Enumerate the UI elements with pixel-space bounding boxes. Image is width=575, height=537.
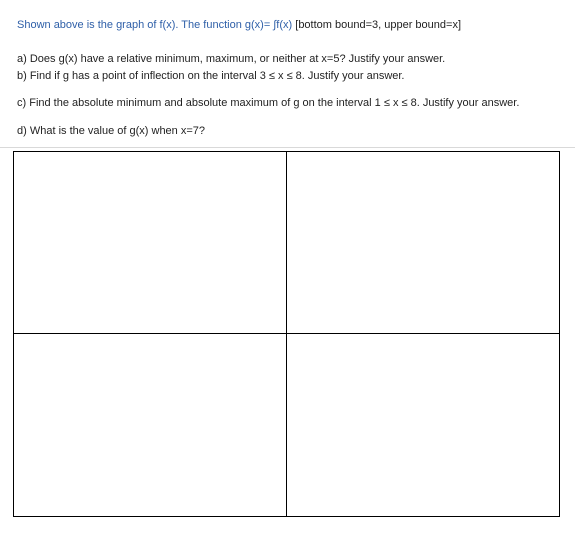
answer-cell-top-right[interactable] [287,152,559,334]
problem-intro-lead: Shown above is the graph of f(x). The fu… [17,19,293,31]
section-divider [0,147,575,148]
question-b: b) Find if g has a point of inflection o… [17,70,405,82]
answer-cell-bottom-right[interactable] [287,334,559,516]
question-a: a) Does g(x) have a relative minimum, ma… [17,53,446,65]
answer-cell-top-left[interactable] [14,152,287,334]
answer-grid [13,151,560,517]
question-c: c) Find the absolute minimum and absolut… [17,97,520,109]
answer-cell-bottom-left[interactable] [14,334,287,516]
problem-intro: Shown above is the graph of f(x). The fu… [17,18,461,32]
question-d: d) What is the value of g(x) when x=7? [17,125,206,137]
problem-intro-bounds: [bottom bound=3, upper bound=x] [292,19,462,31]
